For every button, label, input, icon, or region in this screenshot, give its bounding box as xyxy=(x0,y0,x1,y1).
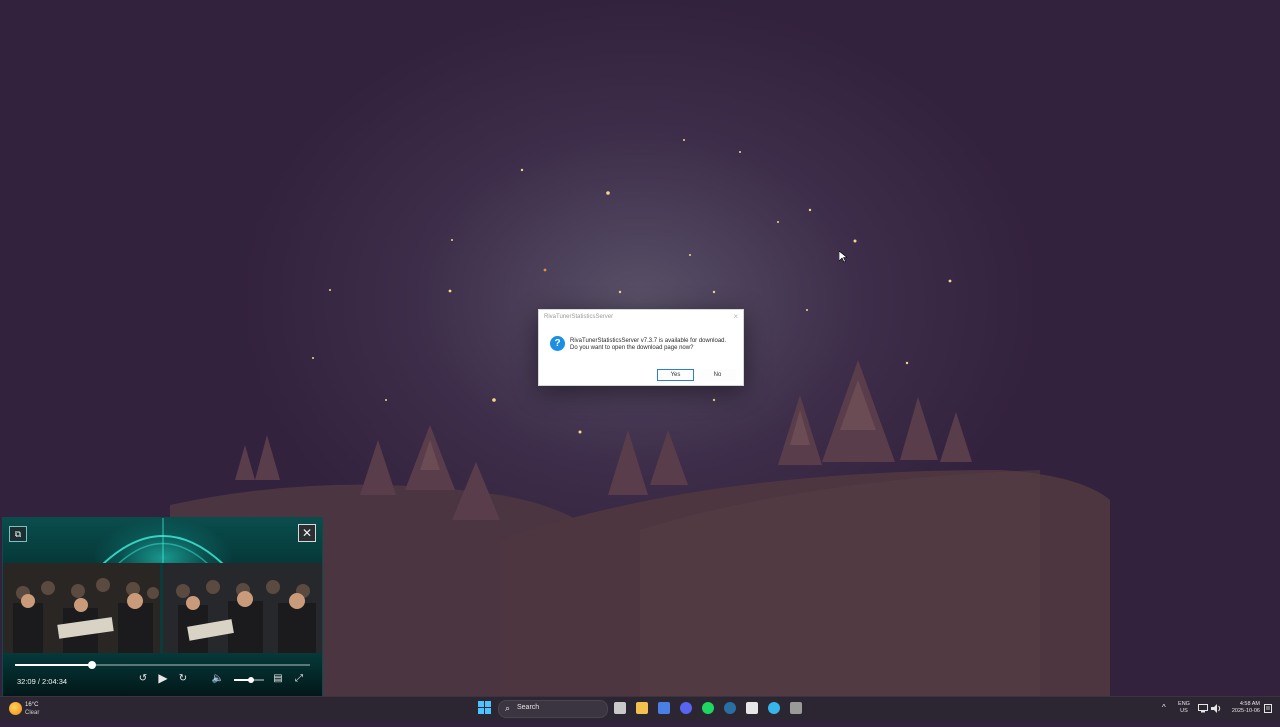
system-clock[interactable]: 4:58 AM 2025-10-06 xyxy=(1222,701,1260,715)
browser-taskbar-button[interactable] xyxy=(765,699,783,717)
dialog-title: RivaTunerStatisticsServer xyxy=(544,314,614,320)
playback-time: 32:09 / 2:04:34 xyxy=(17,677,68,686)
yes-button[interactable]: Yes xyxy=(657,369,694,381)
notification-icon[interactable] xyxy=(1264,704,1272,713)
app-blue-icon xyxy=(658,702,670,714)
app-blue-taskbar-button[interactable] xyxy=(655,699,673,717)
weather-sun-icon xyxy=(9,702,22,715)
volume-icon[interactable]: 🔈 xyxy=(211,673,225,684)
windows-logo-pane xyxy=(485,708,491,714)
dialog-message: RivaTunerStatisticsServer v7.3.7 is avai… xyxy=(570,338,727,351)
tray-chevron-icon[interactable]: ^ xyxy=(1162,703,1166,727)
spotify-taskbar-button[interactable] xyxy=(699,699,717,717)
taskbar: 16°C Clear ⌕ Search ^ ENG US 4:58 AM 202… xyxy=(0,696,1280,721)
app-gray-taskbar-button[interactable] xyxy=(787,699,805,717)
app-gray-icon xyxy=(790,702,802,714)
app-grid-icon xyxy=(746,702,758,714)
language-indicator[interactable]: ENG US xyxy=(1176,701,1192,715)
seek-bar[interactable] xyxy=(15,661,310,669)
volume-slider[interactable] xyxy=(234,677,264,683)
no-button[interactable]: No xyxy=(699,369,736,381)
picture-in-picture-icon[interactable]: ⧉ xyxy=(9,526,27,542)
question-icon: ? xyxy=(550,336,565,351)
windows-logo-icon xyxy=(478,701,484,707)
steam-taskbar-button[interactable] xyxy=(721,699,739,717)
windows-logo-pane xyxy=(478,708,484,714)
volume-slider-handle[interactable] xyxy=(247,677,254,683)
file-explorer-icon xyxy=(636,702,648,714)
discord-icon xyxy=(680,702,692,714)
speaker-icon[interactable] xyxy=(1211,704,1221,713)
clock-time: 4:58 AM xyxy=(1239,701,1260,707)
task-view-taskbar-button[interactable] xyxy=(611,699,629,717)
search-icon: ⌕ xyxy=(505,703,511,713)
search-placeholder: Search xyxy=(517,704,540,711)
start-button[interactable] xyxy=(478,701,492,715)
task-view-icon xyxy=(614,702,626,714)
steam-icon xyxy=(724,702,736,714)
clock-date: 2025-10-06 xyxy=(1231,708,1260,714)
play-icon[interactable]: ▶ xyxy=(156,671,170,685)
forward-10-icon[interactable]: ↻ xyxy=(176,673,190,684)
file-explorer-taskbar-button[interactable] xyxy=(633,699,651,717)
discord-taskbar-button[interactable] xyxy=(677,699,695,717)
dialog-close-icon[interactable]: × xyxy=(733,312,738,321)
seek-bar-handle[interactable] xyxy=(87,661,96,669)
audio-visualizer xyxy=(3,518,322,565)
seek-bar-fill xyxy=(15,664,92,666)
weather-condition: Clear xyxy=(25,710,40,716)
taskbar-search[interactable]: ⌕ Search xyxy=(498,700,608,718)
captions-icon[interactable]: ▤ xyxy=(271,673,285,684)
region-code: US xyxy=(1180,708,1188,714)
network-icon[interactable] xyxy=(1198,704,1208,713)
close-icon[interactable]: ✕ xyxy=(298,524,316,542)
mouse-cursor-icon xyxy=(839,251,847,263)
language-code: ENG xyxy=(1178,701,1190,707)
spotify-icon xyxy=(702,702,714,714)
windows-logo-pane xyxy=(485,701,491,707)
expand-icon[interactable]: ⤢ xyxy=(292,673,306,684)
update-dialog: RivaTunerStatisticsServer × ? RivaTunerS… xyxy=(538,309,744,386)
rewind-10-icon[interactable]: ↺ xyxy=(136,673,150,684)
video-frame[interactable] xyxy=(3,563,322,653)
mini-player[interactable]: ⧉ ✕ 32:09 / 2:04:34 ↺ ▶ ↻ 🔈 ▤ ⤢ xyxy=(2,517,323,697)
browser-icon xyxy=(768,702,780,714)
weather-temp: 16°C xyxy=(25,702,39,708)
app-grid-taskbar-button[interactable] xyxy=(743,699,761,717)
